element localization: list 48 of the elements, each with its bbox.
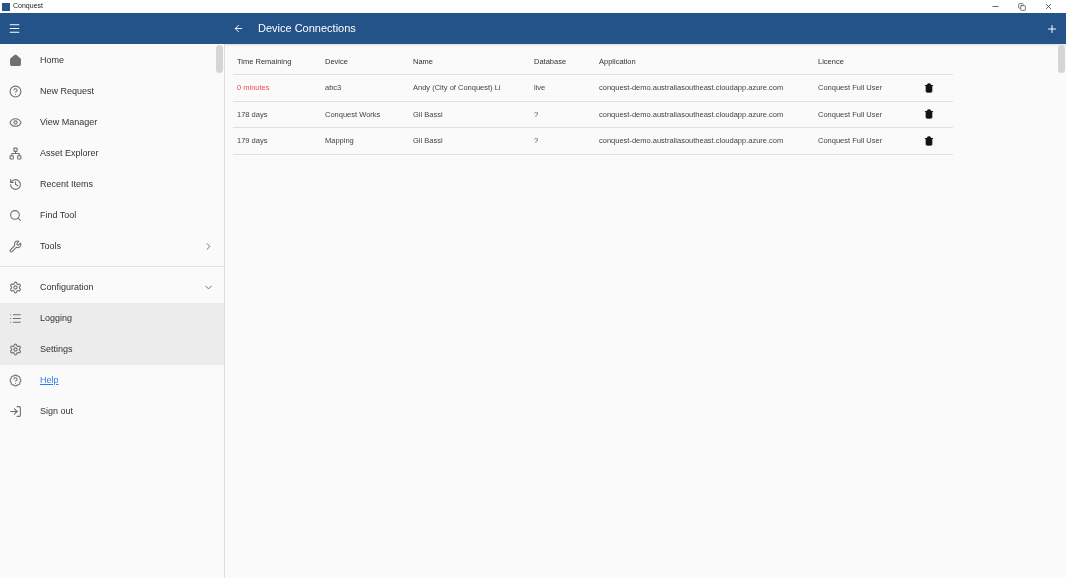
hierarchy-icon	[9, 147, 22, 160]
sidebar-item[interactable]: Asset Explorer	[0, 138, 224, 169]
delete-button[interactable]	[924, 82, 934, 93]
item-label: New Request	[40, 84, 96, 98]
delete-button[interactable]	[924, 135, 934, 146]
item-label: Settings	[40, 342, 74, 356]
scrollbar-thumb[interactable]	[1058, 45, 1065, 73]
question-icon	[9, 85, 22, 98]
help-icon	[9, 374, 22, 387]
help-link[interactable]: Help	[40, 373, 59, 388]
item-label: Logging	[40, 311, 74, 325]
search-icon	[9, 209, 22, 222]
sidebar-item[interactable]: Tools	[0, 231, 224, 262]
sidebar-item[interactable]: Find Tool	[0, 200, 224, 231]
sidebar-item[interactable]: View Manager	[0, 107, 224, 138]
sidebar-item[interactable]: Configuration	[0, 272, 224, 303]
help-link-row[interactable]: Help	[0, 365, 224, 396]
menu-button[interactable]	[8, 22, 22, 35]
item-label: Configuration	[40, 280, 95, 294]
sidebar-item[interactable]: Sign out	[0, 396, 224, 427]
scrollbar-thumb[interactable]	[216, 45, 223, 73]
app-logo-icon	[2, 2, 10, 11]
delete-button[interactable]	[924, 109, 934, 120]
sidebar-item[interactable]: Recent Items	[0, 169, 224, 200]
sidebar-item[interactable]: Logging	[0, 303, 224, 334]
history-icon	[9, 178, 22, 191]
item-label: View Manager	[40, 115, 99, 129]
sign-out-icon	[9, 405, 22, 418]
eye-icon	[9, 116, 22, 129]
wrench-icon	[9, 240, 22, 253]
home-icon	[9, 54, 22, 67]
sidebar-item[interactable]: Home	[0, 45, 224, 76]
item-label: Tools	[40, 239, 62, 253]
back-button[interactable]	[233, 23, 244, 34]
gear-icon	[9, 281, 22, 294]
item-label: Find Tool	[40, 208, 78, 222]
gear-icon	[9, 343, 22, 356]
sidebar-item[interactable]: Settings	[0, 334, 224, 365]
sidebar-item[interactable]: New Request	[0, 76, 224, 107]
add-button[interactable]	[1046, 22, 1058, 35]
close-icon[interactable]	[1044, 2, 1053, 11]
page-title: Device Connections	[258, 21, 357, 37]
restore-icon[interactable]	[1018, 2, 1026, 11]
item-label: Home	[40, 53, 65, 67]
item-label: Asset Explorer	[40, 146, 100, 160]
item-label: Recent Items	[40, 177, 95, 191]
list-icon	[9, 312, 22, 325]
item-label: Sign out	[40, 404, 75, 418]
